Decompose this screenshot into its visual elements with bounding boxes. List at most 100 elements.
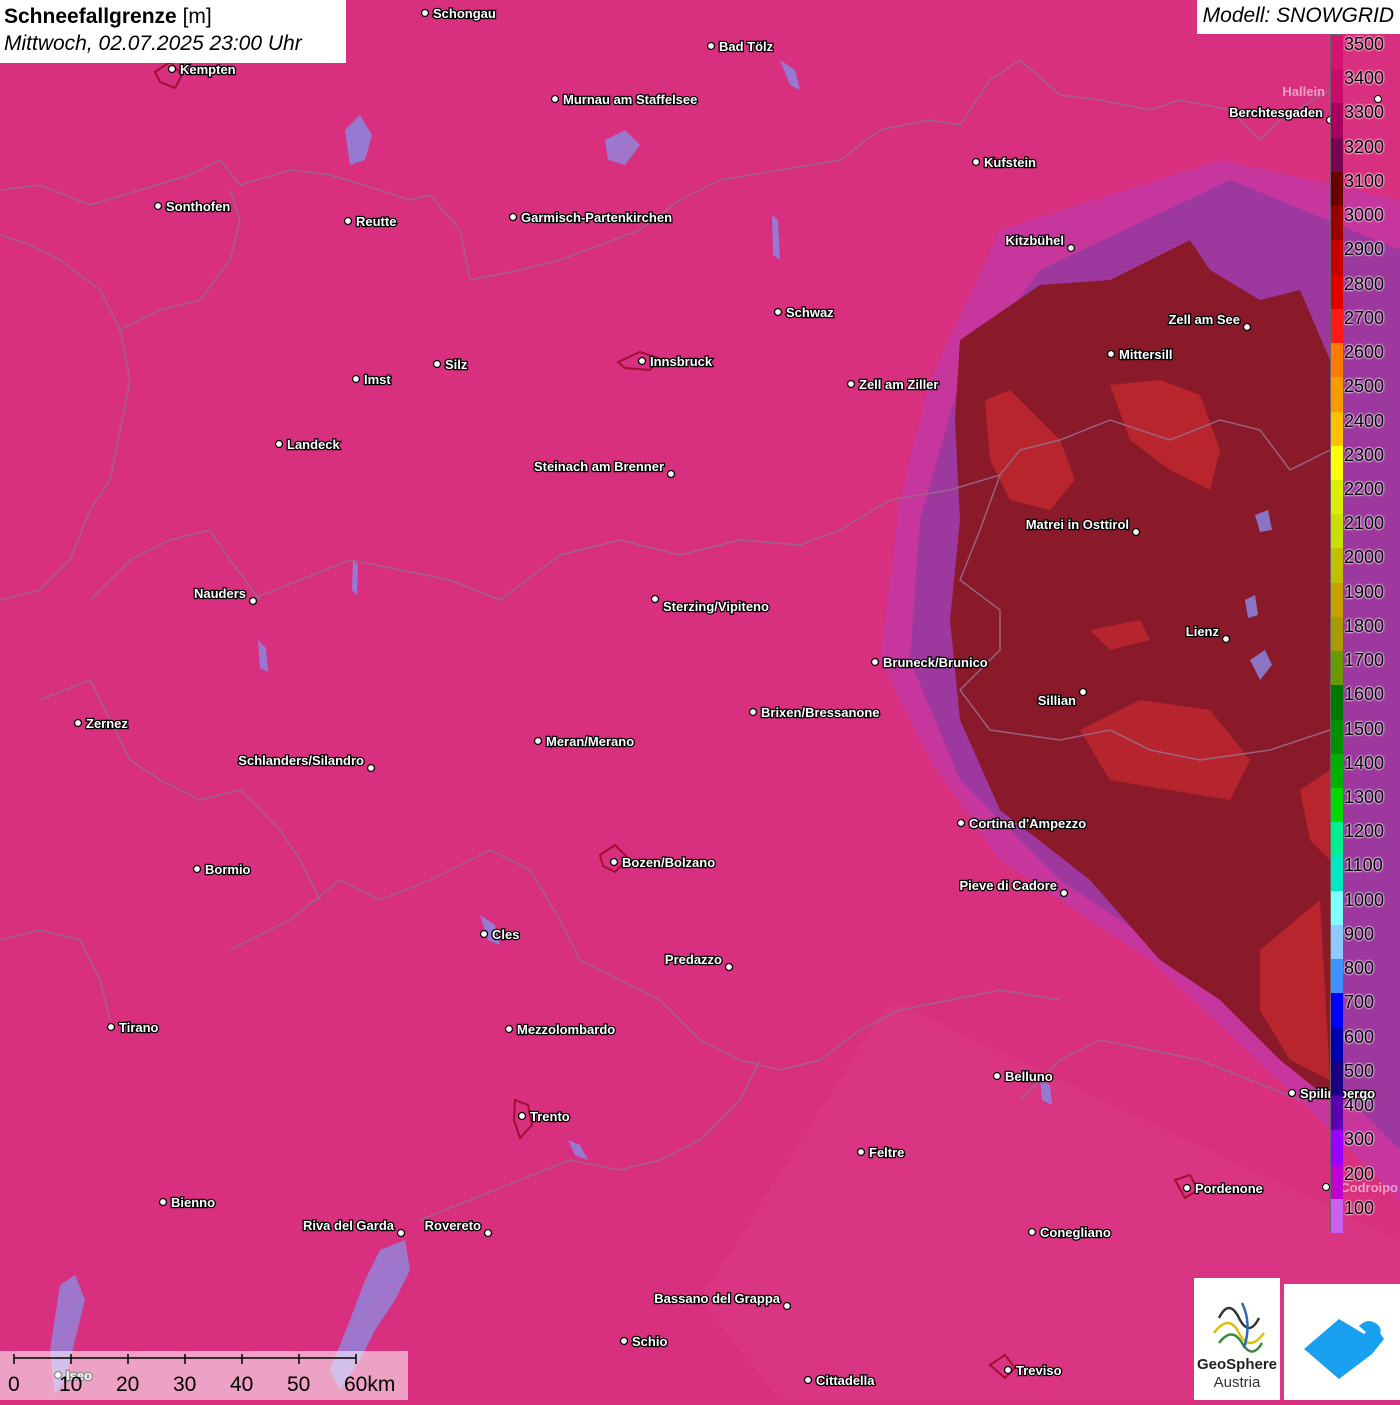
legend-swatch [1331, 651, 1343, 686]
city-marker: Pordenone [1182, 1180, 1264, 1197]
legend-swatch [1331, 548, 1343, 584]
legend-swatch [1331, 1164, 1343, 1200]
city-label: Nauders [194, 586, 246, 601]
city-marker: Cortina d'Ampezzo [956, 815, 1088, 832]
city-dot [1287, 1088, 1297, 1098]
city-marker: Schongau [420, 5, 497, 22]
faint-city-label: Hallein [1282, 84, 1325, 99]
scale-tick-label: 10 [59, 1373, 83, 1396]
city-dot [508, 212, 518, 222]
legend-label: 2400 [1344, 410, 1385, 431]
city-dot [483, 1228, 493, 1238]
city-label: Schwaz [786, 305, 834, 320]
secondary-logo [1284, 1284, 1400, 1400]
city-dot [724, 962, 734, 972]
city-label: Kempten [180, 62, 236, 77]
legend-swatch [1331, 788, 1343, 823]
city-dot [192, 864, 202, 874]
legend-swatch [1331, 856, 1343, 892]
city-dot [650, 594, 660, 604]
legend-swatch [1331, 959, 1343, 994]
color-legend: 3500 3400 3300 3200 3100 3000 2900 2800 2700 2600… [1330, 34, 1400, 1234]
legend-label: 500 [1344, 1060, 1375, 1081]
city-label: Zell am Ziller [859, 377, 938, 392]
legend-label: 600 [1344, 1026, 1375, 1047]
legend-label: 2600 [1344, 342, 1385, 363]
city-dot [846, 379, 856, 389]
city-label: Garmisch-Partenkirchen [521, 210, 672, 225]
legend-swatch [1331, 343, 1343, 378]
city-dot [706, 41, 716, 51]
city-label: Cortina d'Ampezzo [969, 816, 1086, 831]
city-marker: Bozen/Bolzano [609, 854, 717, 871]
legend-swatch [1331, 1027, 1343, 1063]
city-label: Predazzo [665, 952, 722, 967]
legend-swatch [1331, 616, 1343, 652]
legend-label: 2500 [1344, 376, 1385, 397]
city-dot [1221, 634, 1231, 644]
legend-color-bar [1330, 34, 1343, 1234]
city-dot [856, 1147, 866, 1157]
legend-label: 900 [1344, 923, 1375, 944]
legend-label: 3000 [1344, 205, 1385, 226]
city-label: Belluno [1005, 1069, 1053, 1084]
legend-swatch [1331, 411, 1343, 447]
city-dot [1059, 888, 1069, 898]
city-dot [666, 469, 676, 479]
city-label: Feltre [869, 1145, 904, 1160]
city-dot [274, 439, 284, 449]
legend-label: 800 [1344, 958, 1375, 979]
city-dot [396, 1228, 406, 1238]
legend-swatch [1331, 1130, 1343, 1166]
legend-swatch [1331, 1198, 1343, 1234]
city-marker: Mezzolombardo [504, 1021, 617, 1038]
city-dot [870, 657, 880, 667]
city-label: Trento [530, 1109, 570, 1124]
city-marker: Zell am Ziller [846, 376, 940, 393]
city-marker: Innsbruck [637, 353, 714, 370]
city-dot [248, 596, 258, 606]
legend-label: 1500 [1344, 718, 1385, 739]
parameter-name: Schneefallgrenze [4, 5, 177, 28]
city-label: Cles [492, 927, 519, 942]
city-label: Mittersill [1119, 347, 1172, 362]
city-dot [637, 356, 647, 366]
city-dot [971, 157, 981, 167]
city-dot [106, 1022, 116, 1032]
legend-label: 2700 [1344, 307, 1385, 328]
legend-swatch [1331, 35, 1343, 70]
legend-swatch [1331, 890, 1343, 926]
city-dot [1242, 322, 1252, 332]
city-label: Kitzbühel [1006, 233, 1065, 248]
city-label: Cittadella [816, 1373, 875, 1388]
legend-swatch [1331, 1096, 1343, 1131]
city-dot [609, 857, 619, 867]
city-marker: Sonthofen [153, 198, 232, 215]
city-label: Silz [445, 357, 468, 372]
legend-swatch [1331, 69, 1343, 104]
legend-swatch [1331, 1061, 1343, 1097]
city-label: Imst [364, 372, 391, 387]
legend-label: 1300 [1344, 787, 1385, 808]
legend-swatch [1331, 137, 1343, 173]
city-marker: Cittadella [803, 1372, 877, 1389]
city-label: Schlanders/Silandro [238, 753, 364, 768]
city-dot [992, 1071, 1002, 1081]
city-dot [803, 1375, 813, 1385]
city-dot [366, 763, 376, 773]
city-label: Meran/Merano [546, 734, 634, 749]
city-label: Berchtesgaden [1229, 105, 1323, 120]
city-marker: Conegliano [1027, 1224, 1112, 1241]
legend-label: 2900 [1344, 239, 1385, 260]
city-label: Bienno [171, 1195, 215, 1210]
geosphere-logo: GeoSphere Austria [1194, 1278, 1280, 1400]
legend-swatch [1331, 822, 1343, 857]
scale-tick-label: 0 [8, 1373, 20, 1396]
city-dot [773, 307, 783, 317]
city-label: Landeck [287, 437, 341, 452]
city-label: Sonthofen [166, 199, 230, 214]
legend-label: 3400 [1344, 68, 1385, 89]
city-label: Conegliano [1040, 1225, 1111, 1240]
city-label: Zell am See [1168, 312, 1240, 327]
city-dot [1131, 527, 1141, 537]
